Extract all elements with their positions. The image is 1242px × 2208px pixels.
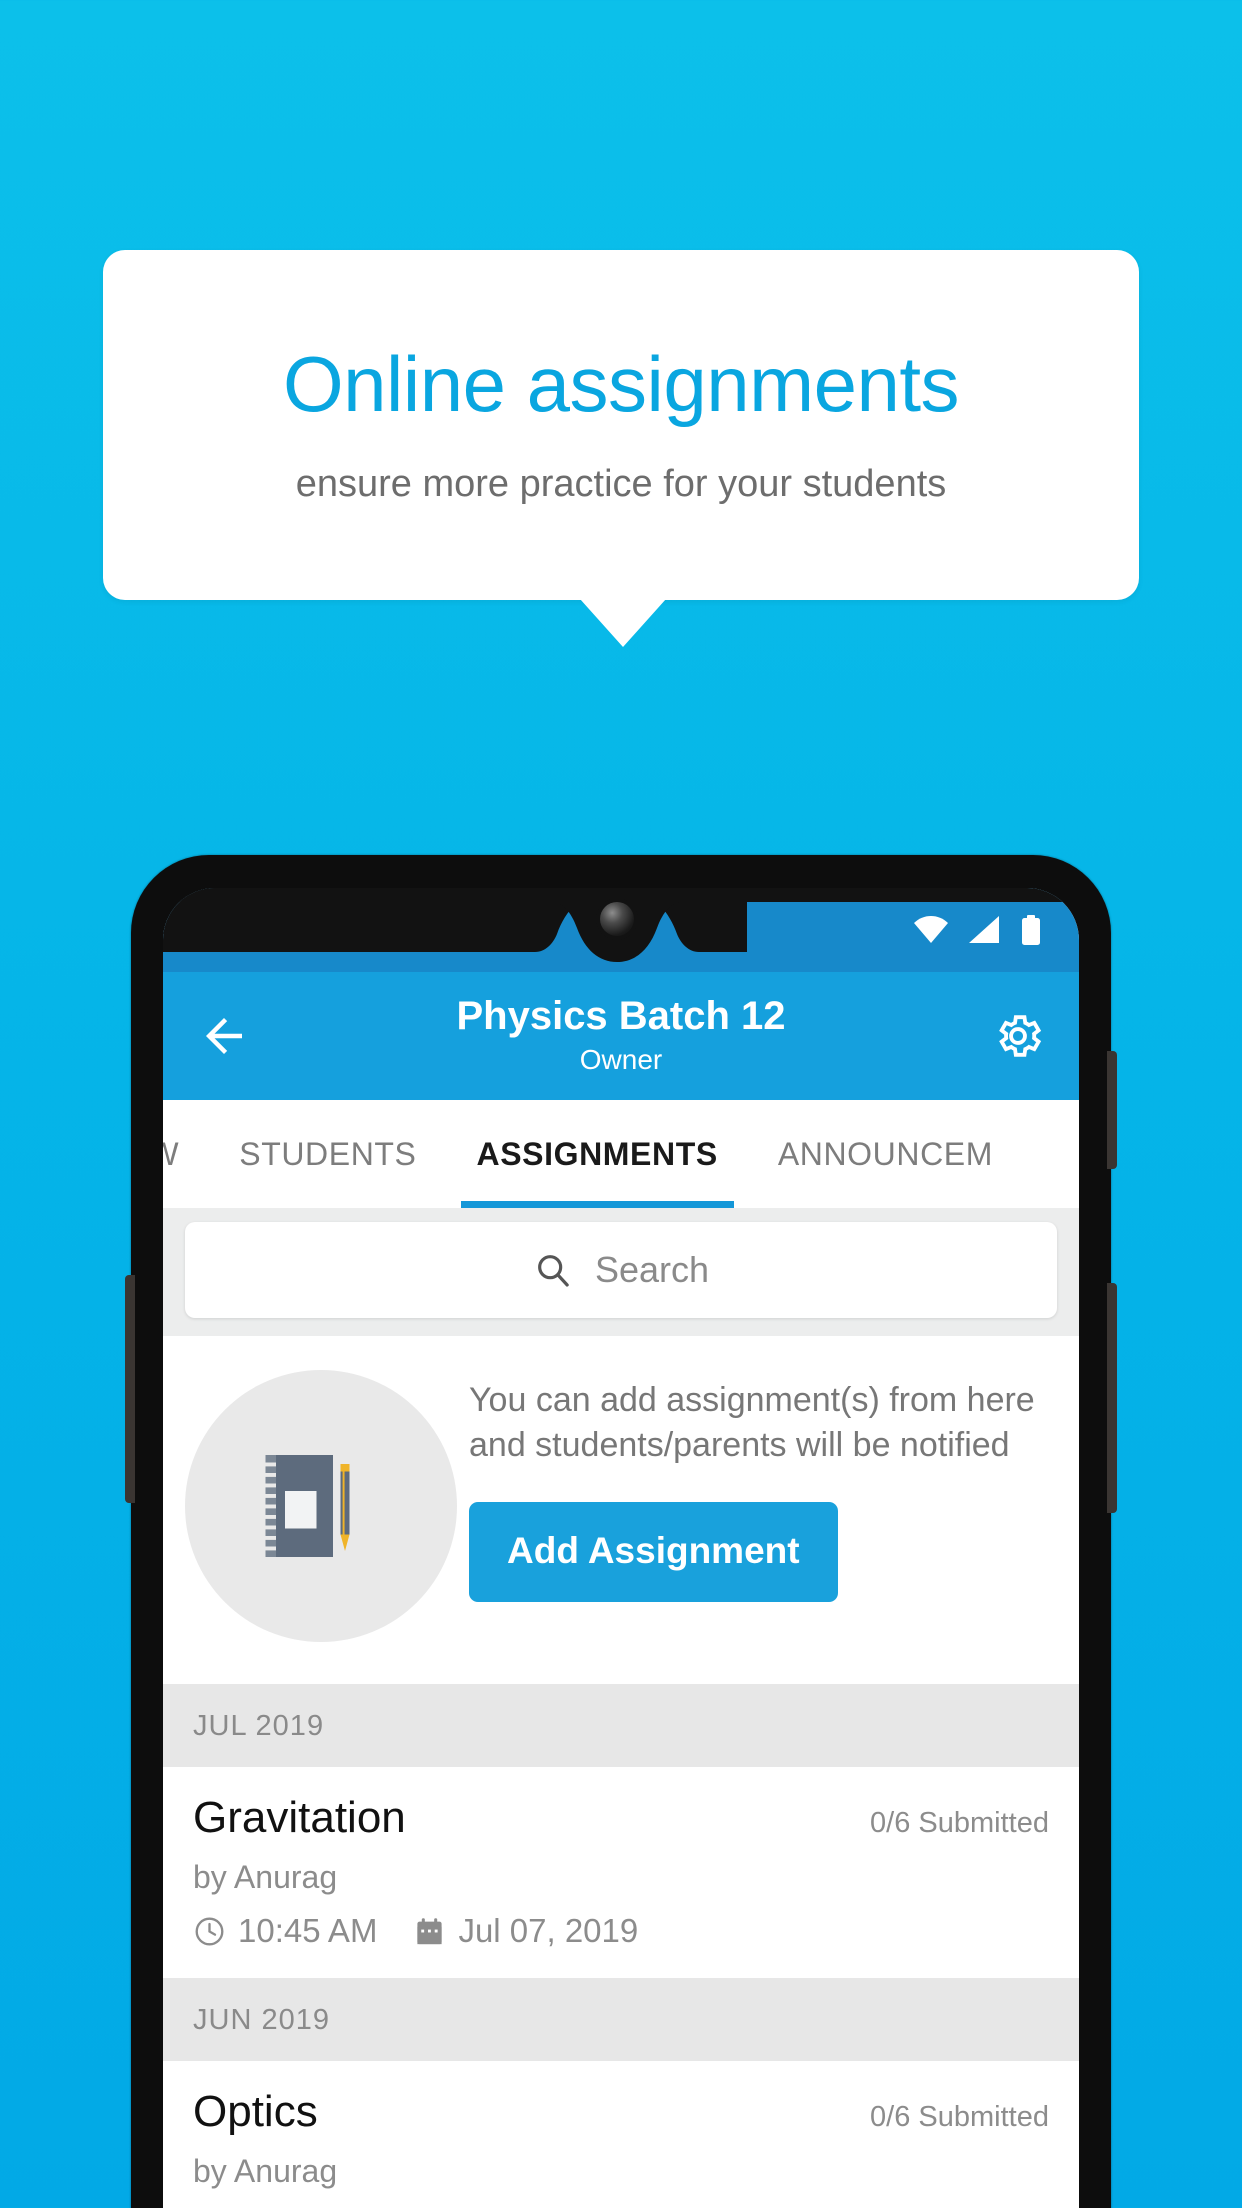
assignment-row-optics[interactable]: Optics 0/6 Submitted by Anurag (163, 2061, 1079, 2208)
promo-subtitle: ensure more practice for your students (295, 462, 947, 505)
tab-assignments[interactable]: ASSIGNMENTS (447, 1100, 748, 1208)
tab-label: IEW (163, 1135, 180, 1172)
tab-bar: IEW STUDENTS ASSIGNMENTS ANNOUNCEM (163, 1100, 1079, 1208)
status-bar-clock: 14:29 (201, 913, 281, 946)
back-arrow-icon[interactable] (197, 1009, 251, 1063)
assignment-author: by Anurag (193, 2153, 338, 2189)
assignment-meta: 10:45 AM Jul 07, 2019 (193, 1912, 1049, 1950)
clock-icon (195, 1917, 224, 1945)
wifi-icon (914, 916, 948, 943)
signal-icon (969, 916, 999, 943)
assignment-row-gravitation[interactable]: Gravitation 0/6 Submitted by Anurag 10:4… (163, 1767, 1079, 1978)
tab-students[interactable]: STUDENTS (209, 1100, 446, 1208)
promo-title: Online assignments (282, 339, 960, 428)
assignment-row-top: Optics 0/6 Submitted (193, 2087, 1049, 2137)
app-bar-titles: Physics Batch 12 Owner (251, 995, 991, 1076)
phone-side-button-left[interactable] (125, 1275, 135, 1503)
assignment-author: by Anurag (193, 1859, 338, 1895)
app-bar: Physics Batch 12 Owner (163, 972, 1079, 1100)
empty-state-content: You can add assignment(s) from here and … (469, 1370, 1049, 1603)
promo-callout-tail (580, 599, 666, 647)
assignment-submitted-count: 0/6 Submitted (870, 2101, 1049, 2133)
assignment-date: Jul 07, 2019 (458, 1912, 639, 1949)
phone-mockup: 14:29 Physics Batch 12 Owner W STUDENTS … (125, 855, 1117, 2208)
search-zone: Search (163, 1208, 1079, 1336)
empty-state-banner: You can add assignment(s) from here and … (163, 1336, 1079, 1684)
tab-label: ANNOUNCEM (777, 1135, 993, 1172)
search-icon (538, 1255, 569, 1287)
empty-state-message: You can add assignment(s) from here and … (469, 1381, 1035, 1465)
month-header-jun-2019: JUN 2019 (163, 1978, 1079, 2061)
tab-overview[interactable]: IEW (163, 1100, 209, 1208)
assignment-title: Optics (193, 2087, 318, 2136)
promo-callout-card: Online assignments ensure more practice … (103, 250, 1139, 600)
calendar-icon (417, 1917, 443, 1944)
tab-label: ASSIGNMENTS (476, 1135, 718, 1172)
battery-icon (1022, 915, 1040, 945)
notebook-and-pen-icon (185, 1370, 457, 1642)
notebook-illustration (265, 1455, 350, 1557)
assignment-row-top: Gravitation 0/6 Submitted (193, 1793, 1049, 1843)
tab-announcements[interactable]: ANNOUNCEM (748, 1100, 1023, 1208)
month-header-jul-2019: JUL 2019 (163, 1684, 1079, 1767)
assignment-time: 10:45 AM (238, 1912, 378, 1949)
status-bar-icons (913, 915, 1041, 945)
add-assignment-button[interactable]: Add Assignment (469, 1502, 838, 1603)
phone-screen: 14:29 Physics Batch 12 Owner W STUDENTS … (163, 888, 1079, 2208)
assignment-title: Gravitation (193, 1793, 406, 1842)
page-title: Physics Batch 12 (456, 994, 786, 1039)
assignment-submitted-count: 0/6 Submitted (870, 1807, 1049, 1839)
tab-label: STUDENTS (239, 1135, 417, 1172)
search-input[interactable]: Search (185, 1222, 1057, 1318)
status-bar: 14:29 (163, 888, 1079, 972)
page-subtitle: Owner (579, 1044, 663, 1076)
phone-side-button-right-top[interactable] (1107, 1051, 1117, 1169)
search-placeholder: Search (594, 1249, 710, 1290)
phone-side-button-right-bottom[interactable] (1107, 1283, 1117, 1513)
gear-icon[interactable] (991, 1009, 1045, 1063)
